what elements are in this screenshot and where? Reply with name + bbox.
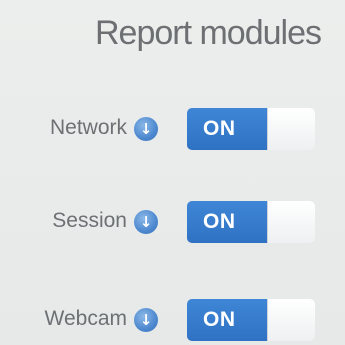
toggle-knob[interactable] bbox=[267, 299, 315, 341]
module-row-network: Network ↓ ON bbox=[0, 104, 345, 154]
toggle-on-label: ON bbox=[187, 201, 267, 243]
info-icon[interactable]: ↓ bbox=[134, 210, 158, 234]
module-label: Network bbox=[49, 116, 127, 139]
info-icon[interactable]: ↓ bbox=[134, 117, 158, 141]
toggle-on-label: ON bbox=[187, 108, 267, 150]
toggle-knob[interactable] bbox=[267, 108, 315, 150]
toggle-knob[interactable] bbox=[267, 201, 315, 243]
module-label: Session bbox=[52, 209, 127, 232]
panel-title: Report modules bbox=[94, 14, 322, 52]
toggle-on-label: ON bbox=[187, 299, 267, 341]
module-row-session: Session ↓ ON bbox=[0, 197, 345, 247]
report-modules-panel: Report modules Network ↓ ON Session ↓ ON… bbox=[0, 0, 345, 345]
info-icon[interactable]: ↓ bbox=[134, 308, 158, 332]
network-toggle[interactable]: ON bbox=[187, 108, 315, 150]
webcam-toggle[interactable]: ON bbox=[187, 299, 315, 341]
session-toggle[interactable]: ON bbox=[187, 201, 315, 243]
module-row-webcam: Webcam ↓ ON bbox=[0, 295, 345, 345]
module-label: Webcam bbox=[44, 307, 127, 330]
